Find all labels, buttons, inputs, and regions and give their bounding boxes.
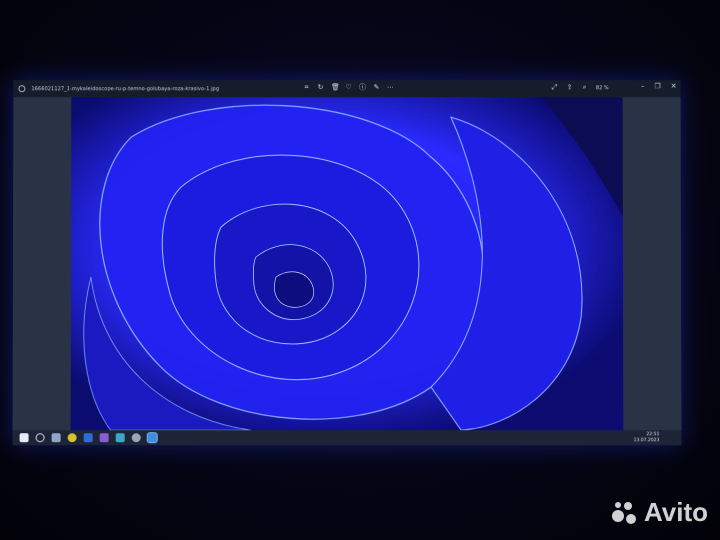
windows-taskbar: 22:51 13.07.2023 bbox=[13, 430, 682, 445]
more-icon[interactable]: ⋯ bbox=[387, 84, 394, 91]
search-icon[interactable] bbox=[36, 433, 45, 442]
minimize-icon[interactable]: – bbox=[641, 82, 645, 90]
checkmark-app-icon[interactable] bbox=[116, 433, 125, 442]
avito-watermark: Avito bbox=[612, 497, 708, 528]
share-icon[interactable]: ⇪ bbox=[566, 84, 573, 91]
yandex-browser-icon[interactable] bbox=[68, 433, 77, 442]
word-icon[interactable] bbox=[84, 433, 93, 442]
crop-icon[interactable]: ⌗ bbox=[303, 84, 310, 91]
monitor-screen: 1666021127_1-mykaleidoscope-ru-p-temno-g… bbox=[13, 80, 682, 445]
fullscreen-icon[interactable]: ⤢ bbox=[551, 84, 558, 91]
rose-photo bbox=[71, 97, 624, 430]
system-clock[interactable]: 22:51 13.07.2023 bbox=[634, 432, 660, 443]
zoom-level[interactable]: 82 % bbox=[596, 85, 609, 91]
settings-icon[interactable] bbox=[132, 433, 141, 442]
photos-app-icon bbox=[18, 85, 25, 92]
close-icon[interactable]: ✕ bbox=[671, 82, 677, 90]
photos-icon[interactable] bbox=[148, 433, 157, 442]
start-icon[interactable] bbox=[20, 433, 29, 442]
rose-petals bbox=[71, 97, 624, 430]
edit-icon[interactable]: ✎ bbox=[373, 84, 380, 91]
photos-title-bar: 1666021127_1-mykaleidoscope-ru-p-temno-g… bbox=[13, 80, 680, 97]
task-view-icon[interactable] bbox=[52, 433, 61, 442]
view-controls: ⤢ ⇪ ⌕ 82 % bbox=[551, 84, 609, 91]
file-name: 1666021127_1-mykaleidoscope-ru-p-temno-g… bbox=[31, 86, 219, 92]
window-controls: – ❐ ✕ bbox=[641, 82, 677, 90]
delete-icon[interactable]: 🗑 bbox=[331, 84, 338, 91]
viewer-toolbar: ⌗ ↻ 🗑 ♡ ⓘ ✎ ⋯ bbox=[303, 84, 394, 91]
vk-icon[interactable] bbox=[100, 433, 109, 442]
maximize-icon[interactable]: ❐ bbox=[654, 82, 660, 90]
clock-date: 13.07.2023 bbox=[634, 438, 660, 444]
heart-icon[interactable]: ♡ bbox=[345, 84, 352, 91]
avito-logo-icon bbox=[612, 500, 638, 526]
avito-text: Avito bbox=[644, 497, 708, 528]
image-viewer bbox=[13, 97, 682, 430]
rotate-icon[interactable]: ↻ bbox=[317, 84, 324, 91]
zoom-icon[interactable]: ⌕ bbox=[581, 84, 588, 91]
info-icon[interactable]: ⓘ bbox=[359, 84, 366, 91]
